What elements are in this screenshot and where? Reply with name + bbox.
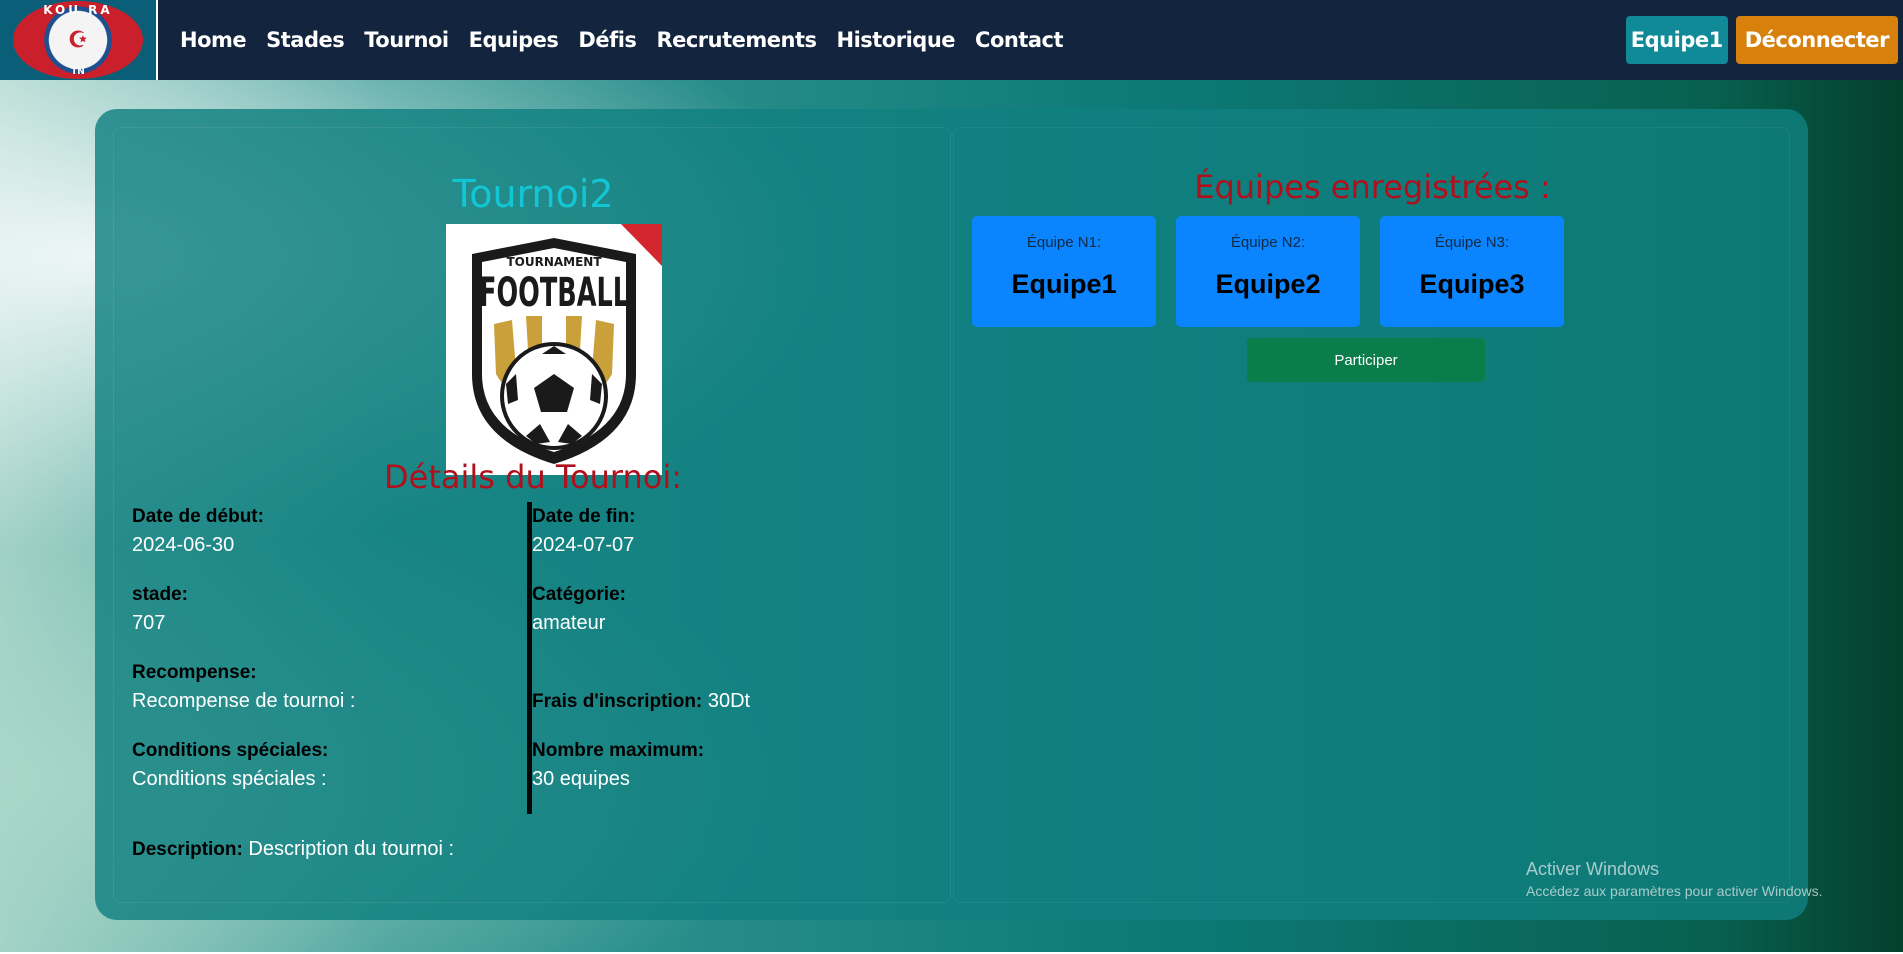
registration-fee-item: Frais d'inscription: 30Dt bbox=[532, 662, 912, 740]
description-row: Description: Description du tournoi : bbox=[132, 838, 454, 861]
tournament-image: TOURNAMENT FOOTBALL bbox=[446, 224, 662, 475]
watermark-title: Activer Windows bbox=[1526, 859, 1660, 879]
tournament-title: Tournoi2 bbox=[452, 172, 614, 216]
tournament-card: Tournoi2 TOURNAMENT FOOTBALL Détails du … bbox=[95, 109, 1808, 920]
stadium-value: 707 bbox=[132, 612, 166, 634]
nav-link-stades[interactable]: Stades bbox=[266, 28, 345, 52]
watermark-subtitle: Accédez aux paramètres pour activer Wind… bbox=[1526, 883, 1823, 899]
special-conditions-label: Conditions spéciales: bbox=[132, 740, 329, 761]
team-name: Equipe3 bbox=[1419, 269, 1525, 299]
nav-right: Equipe1 Déconnecter bbox=[1625, 16, 1898, 64]
participate-button[interactable]: Participer bbox=[1247, 338, 1485, 382]
logo-bottom-text: TN bbox=[71, 67, 85, 77]
nav-link-historique[interactable]: Historique bbox=[837, 28, 956, 52]
windows-activation-watermark: Activer Windows Accédez aux paramètres p… bbox=[1526, 859, 1822, 899]
team-number: Équipe N1: bbox=[1026, 234, 1102, 251]
registered-teams-panel: Équipes enregistrées : Équipe N1: Equipe… bbox=[953, 127, 1790, 903]
end-date-label: Date de fin: bbox=[532, 506, 636, 527]
navbar: KOU RA ☪ TN Home Stades Tournoi Equipes … bbox=[0, 0, 1903, 80]
tunisia-crescent-icon: ☪ bbox=[68, 27, 88, 52]
nav-link-equipes[interactable]: Equipes bbox=[469, 28, 559, 52]
details-left-column: Date de début: 2024-06-30 stade: 707 Rec… bbox=[132, 506, 512, 818]
description-value: Description du tournoi : bbox=[248, 838, 455, 860]
special-conditions-item: Conditions spéciales: Conditions spécial… bbox=[132, 740, 512, 818]
category-label: Catégorie: bbox=[532, 584, 626, 605]
details-section-title: Détails du Tournoi: bbox=[384, 458, 682, 496]
team-name: Equipe1 bbox=[1011, 269, 1117, 299]
start-date-value: 2024-06-30 bbox=[132, 534, 235, 556]
stadium-item: stade: 707 bbox=[132, 584, 512, 662]
logo-top-text: KOU RA bbox=[43, 3, 113, 17]
description-label: Description: bbox=[132, 839, 243, 860]
max-teams-item: Nombre maximum: 30 equipes bbox=[532, 740, 912, 818]
details-right-column: Date de fin: 2024-07-07 Catégorie: amate… bbox=[532, 506, 912, 818]
team-card[interactable]: Équipe N2: Equipe2 bbox=[1176, 216, 1360, 327]
registered-teams-title: Équipes enregistrées : bbox=[1194, 168, 1551, 206]
team-number: Équipe N2: bbox=[1230, 234, 1306, 251]
nav-link-home[interactable]: Home bbox=[180, 28, 247, 52]
category-item: Catégorie: amateur bbox=[532, 584, 912, 662]
max-teams-value: 30 equipes bbox=[532, 768, 630, 790]
reward-label: Recompense: bbox=[132, 662, 257, 683]
team-name: Equipe2 bbox=[1215, 269, 1321, 299]
team-number: Équipe N3: bbox=[1434, 234, 1510, 251]
start-date-label: Date de début: bbox=[132, 506, 264, 527]
koura-logo-icon[interactable]: KOU RA ☪ TN bbox=[13, 1, 143, 79]
image-line2-text: FOOTBALL bbox=[479, 270, 629, 316]
team-card[interactable]: Équipe N1: Equipe1 bbox=[972, 216, 1156, 327]
logout-button[interactable]: Déconnecter bbox=[1735, 16, 1898, 64]
nav-link-contact[interactable]: Contact bbox=[975, 28, 1064, 52]
football-tournament-logo-icon: TOURNAMENT FOOTBALL bbox=[446, 224, 662, 475]
registration-fee-label: Frais d'inscription: bbox=[532, 691, 703, 712]
start-date-item: Date de début: 2024-06-30 bbox=[132, 506, 512, 584]
logo-box[interactable]: KOU RA ☪ TN bbox=[0, 0, 158, 80]
tournament-details-panel: Tournoi2 TOURNAMENT FOOTBALL Détails du … bbox=[113, 127, 951, 903]
special-conditions-value: Conditions spéciales : bbox=[132, 768, 327, 790]
team-card[interactable]: Équipe N3: Equipe3 bbox=[1380, 216, 1564, 327]
end-date-value: 2024-07-07 bbox=[532, 534, 635, 556]
max-teams-label: Nombre maximum: bbox=[532, 740, 705, 761]
nav-links: Home Stades Tournoi Equipes Défis Recrut… bbox=[180, 28, 1083, 52]
nav-link-recrutements[interactable]: Recrutements bbox=[656, 28, 817, 52]
team-profile-button[interactable]: Equipe1 bbox=[1625, 16, 1728, 64]
image-line1-text: TOURNAMENT bbox=[506, 255, 602, 269]
stadium-label: stade: bbox=[132, 584, 188, 605]
end-date-item: Date de fin: 2024-07-07 bbox=[532, 506, 912, 584]
teams-list: Équipe N1: Equipe1 Équipe N2: Equipe2 Éq… bbox=[972, 216, 1564, 327]
reward-item: Recompense: Recompense de tournoi : bbox=[132, 662, 512, 740]
reward-value: Recompense de tournoi : bbox=[132, 690, 356, 712]
nav-link-tournoi[interactable]: Tournoi bbox=[364, 28, 449, 52]
nav-link-defis[interactable]: Défis bbox=[578, 28, 637, 52]
registration-fee-value: 30Dt bbox=[707, 690, 751, 712]
category-value: amateur bbox=[532, 612, 606, 634]
